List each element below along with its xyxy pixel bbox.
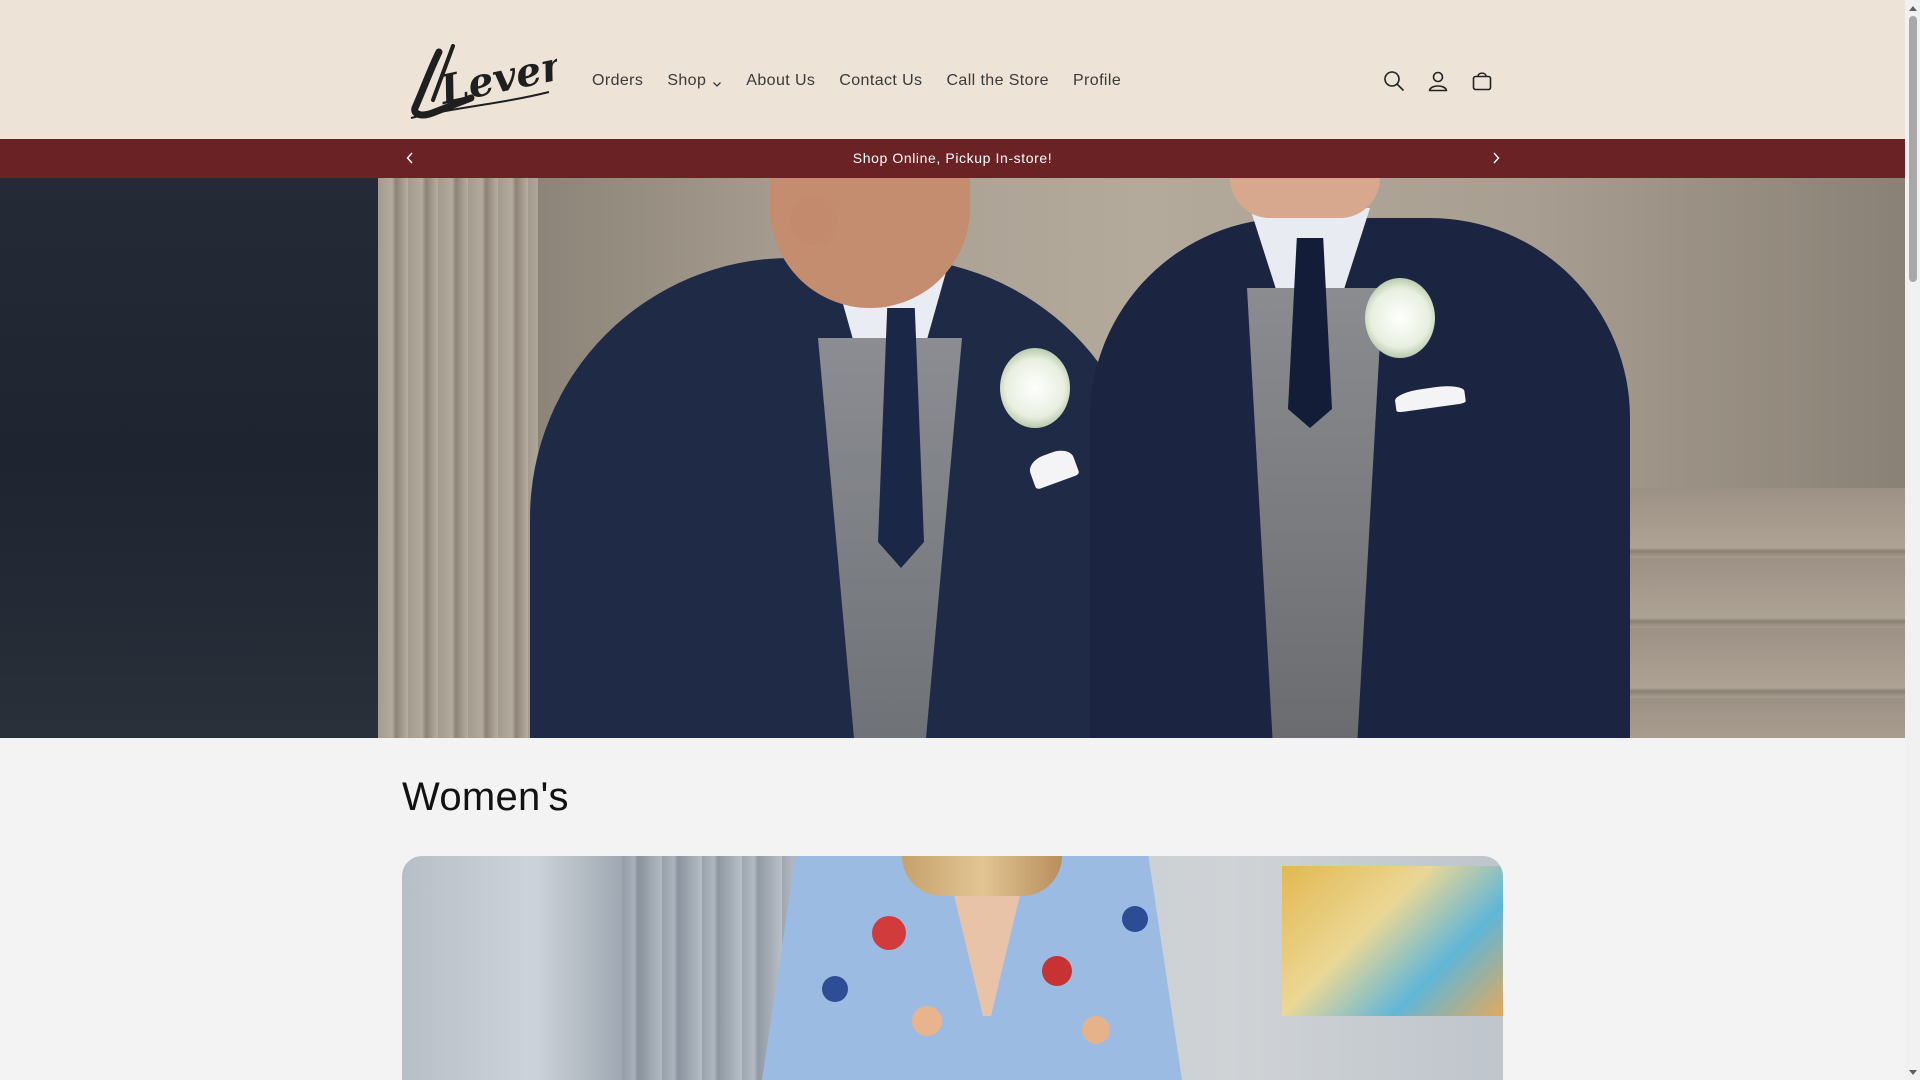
search-button[interactable]: [1379, 66, 1409, 96]
card-flower-red: [872, 916, 906, 950]
nav-contact-us[interactable]: Contact Us: [827, 68, 934, 94]
announcement-bar: Shop Online, Pickup In-store!: [0, 139, 1905, 178]
header-icons: [1379, 66, 1497, 96]
nav-shop-label: Shop: [667, 72, 707, 89]
hero-boutonniere-left: [1000, 348, 1070, 428]
nav-shop[interactable]: Shop: [655, 68, 734, 94]
hero-face-right: [1230, 178, 1380, 218]
chevron-right-icon: [1493, 152, 1500, 164]
hero-boutonniere-right: [1365, 278, 1435, 358]
cart-button[interactable]: [1467, 66, 1497, 96]
nav-call-the-store-label: Call the Store: [946, 72, 1049, 89]
main-nav: Orders Shop About Us Contact Us Call the…: [580, 68, 1133, 94]
hero-door-frame: [378, 178, 538, 738]
chevron-down-icon: [712, 76, 722, 87]
hero-dark-wall: [0, 178, 380, 738]
nav-about-us-label: About Us: [746, 72, 816, 89]
arrow-up-icon: [1908, 5, 1917, 11]
page: Leven's Orders Shop About Us Contact Us …: [0, 0, 1905, 1080]
cart-icon: [1472, 72, 1492, 91]
nav-call-the-store[interactable]: Call the Store: [934, 68, 1061, 94]
card-flower-red: [1042, 956, 1072, 986]
arrow-down-icon: [1908, 1069, 1917, 1075]
collection-card-womens[interactable]: [402, 856, 1503, 1080]
nav-profile-label: Profile: [1072, 72, 1122, 89]
brand-logo[interactable]: Leven's: [401, 38, 557, 124]
account-button[interactable]: [1423, 66, 1453, 96]
announcement-next-button[interactable]: [1486, 148, 1506, 168]
card-flower-peach: [1082, 1016, 1110, 1044]
card-flower-blue: [1122, 906, 1148, 932]
scroll-down-arrow[interactable]: [1905, 1065, 1920, 1080]
scroll-thumb[interactable]: [1909, 16, 1917, 282]
nav-profile[interactable]: Profile: [1061, 68, 1133, 94]
collection-title: Women's: [402, 775, 569, 819]
logo-image: Leven's: [410, 38, 557, 119]
nav-orders[interactable]: Orders: [580, 68, 655, 94]
account-icon: [1428, 71, 1448, 92]
scroll-up-arrow[interactable]: [1905, 0, 1920, 15]
announcement-text: Shop Online, Pickup In-store!: [852, 150, 1053, 166]
nav-contact-us-label: Contact Us: [839, 72, 923, 89]
card-flower-peach: [912, 1006, 942, 1036]
search-icon: [1384, 71, 1404, 91]
nav-about-us[interactable]: About Us: [734, 68, 827, 94]
card-background-sign: [1282, 866, 1503, 1016]
hero-hand: [790, 196, 838, 246]
hero-banner-image: [0, 178, 1905, 738]
card-flower-blue: [822, 976, 848, 1002]
card-hair: [902, 856, 1062, 896]
nav-orders-label: Orders: [592, 72, 644, 89]
site-header: Leven's Orders Shop About Us Contact Us …: [0, 0, 1905, 139]
page-scrollbar[interactable]: [1905, 0, 1920, 1080]
